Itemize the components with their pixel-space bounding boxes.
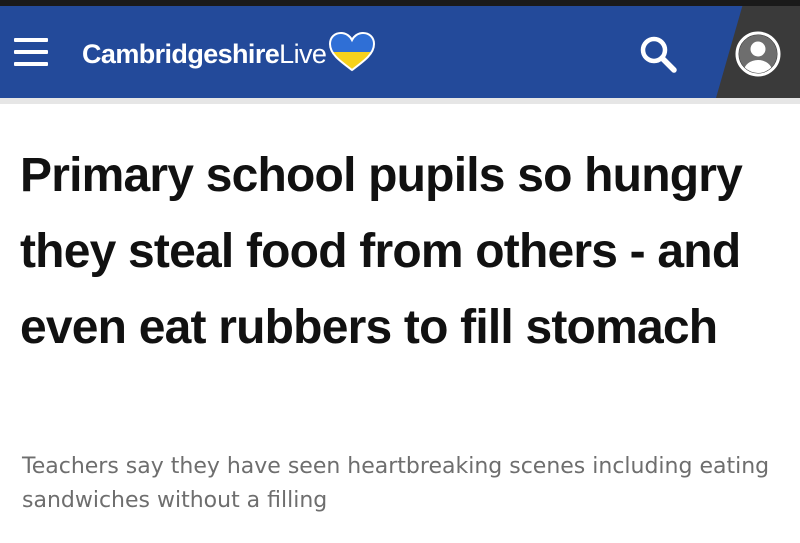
menu-bar — [14, 38, 48, 42]
site-logo[interactable]: Cambridgeshire Live — [82, 32, 376, 74]
logo-brand-bold: Cambridgeshire — [82, 39, 280, 69]
menu-bar — [14, 50, 48, 54]
ukraine-heart-icon — [329, 32, 376, 72]
site-header: Cambridgeshire Live — [0, 6, 800, 98]
menu-bar — [14, 62, 48, 66]
search-icon[interactable] — [636, 32, 680, 76]
article-headline: Primary school pupils so hungry they ste… — [20, 149, 743, 354]
account-icon[interactable] — [734, 30, 782, 78]
article-standfirst: Teachers say they have seen heartbreakin… — [22, 454, 770, 513]
header-divider — [0, 98, 800, 104]
logo-brand-light: Live — [279, 39, 327, 69]
hamburger-menu-icon[interactable] — [14, 38, 48, 66]
